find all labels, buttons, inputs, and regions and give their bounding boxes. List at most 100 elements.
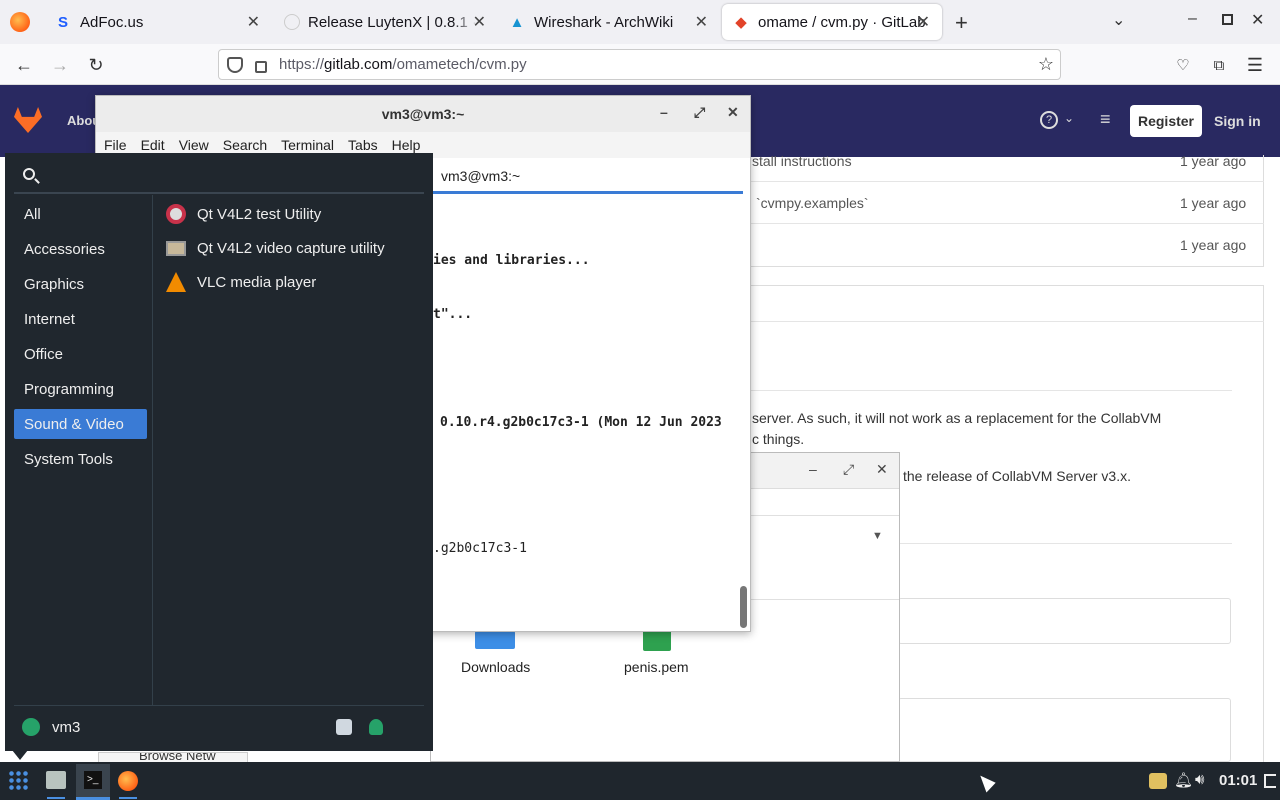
commit-time: 1 year ago (1180, 237, 1247, 253)
network-tray-icon[interactable] (1149, 773, 1167, 789)
url-text: https://gitlab.com/omametech/cvm.py (279, 56, 527, 73)
app-vlc[interactable]: VLC media player (165, 268, 316, 296)
application-menu: All Accessories Graphics Internet Office… (5, 153, 433, 751)
file-item-downloads[interactable]: Downloads (461, 659, 530, 675)
terminal-icon: >_ (84, 771, 102, 789)
close-button[interactable]: ✕ (727, 104, 739, 121)
navigation-toolbar: ← → ↻ https://gitlab.com/omametech/cvm.p… (0, 44, 1280, 85)
tab-gitlab-cvmpy[interactable]: ◆ omame / cvm.py · GitLab ✕ (722, 4, 942, 40)
archlinux-favicon-icon: ▲ (509, 13, 525, 31)
menu-file[interactable]: File (104, 137, 127, 153)
vlc-icon (165, 271, 187, 293)
app-menu-icon[interactable]: ☰ (1242, 52, 1268, 78)
mouse-cursor-icon (980, 771, 998, 793)
category-accessories[interactable]: Accessories (14, 234, 147, 264)
capture-icon (165, 237, 187, 259)
minimize-button[interactable]: – (809, 461, 817, 477)
close-tab-icon[interactable]: ✕ (247, 12, 260, 32)
close-tab-icon[interactable]: ✕ (473, 12, 486, 32)
maximize-button[interactable]: ⤢ (843, 461, 854, 478)
minimize-window-button[interactable]: – (1188, 10, 1197, 28)
terminal-output-line: .g2b0c17c3-1 (433, 541, 527, 556)
file-manager-icon[interactable] (46, 771, 66, 789)
reload-button[interactable]: ↻ (83, 52, 109, 78)
user-avatar-icon (22, 718, 40, 736)
folder-icon[interactable] (475, 631, 515, 649)
firefox-icon[interactable] (118, 771, 138, 791)
tab-adfocus[interactable]: S AdFoc.us ✕ (44, 2, 272, 42)
tab-wireshark-archwiki[interactable]: ▲ Wireshark - ArchWiki ✕ (498, 2, 720, 42)
back-button[interactable]: ← (11, 52, 37, 78)
close-button[interactable]: ✕ (876, 461, 888, 478)
commit-time: 1 year ago (1180, 195, 1247, 211)
qv4l2-icon (165, 203, 187, 225)
adfocus-favicon-icon: S (57, 13, 68, 31)
terminal-output-line: 0.10.r4.g2b0c17c3-1 (Mon 12 Jun 2023 (440, 415, 722, 430)
maximize-window-button[interactable] (1222, 14, 1233, 25)
app-menu-grid-icon[interactable] (8, 770, 30, 792)
extensions-icon[interactable]: ⧉ (1206, 52, 1232, 78)
tab-luytenx[interactable]: Release LuytenX | 0.8.1 · E ✕ (274, 2, 498, 42)
commit-time: 1 year ago (1180, 153, 1247, 169)
settings-manager-icon[interactable] (336, 719, 352, 735)
notification-bell-icon[interactable]: 🔔︎ (1174, 771, 1193, 789)
terminal-taskbar-button[interactable]: >_ (76, 764, 110, 798)
terminal-titlebar[interactable]: vm3@vm3:~ – ⤢ ✕ (96, 96, 750, 132)
chevron-down-icon[interactable]: ⌄ (1064, 111, 1074, 125)
commit-message[interactable]: stall instructions (752, 153, 852, 169)
tracking-shield-icon[interactable] (227, 56, 243, 73)
firefox-view-icon[interactable] (10, 12, 30, 32)
clock[interactable]: 01:01 (1219, 772, 1257, 789)
app-qv4l2[interactable]: Qt V4L2 test Utility (165, 200, 321, 228)
volume-icon[interactable]: 🔊︎ (1195, 771, 1204, 788)
category-internet[interactable]: Internet (14, 304, 147, 334)
readme-text: the release of CollabVM Server v3.x. (903, 468, 1131, 484)
menu-view[interactable]: View (179, 137, 209, 153)
terminal-output-line: ies and libraries... (433, 253, 590, 268)
browser-tab-bar: S AdFoc.us ✕ Release LuytenX | 0.8.1 · E… (0, 0, 1280, 44)
bookmark-star-icon[interactable]: ☆ (1038, 54, 1054, 75)
category-programming[interactable]: Programming (14, 374, 147, 404)
close-tab-icon[interactable]: ✕ (695, 12, 708, 32)
list-all-tabs-icon[interactable]: ⌄ (1112, 10, 1125, 30)
category-graphics[interactable]: Graphics (14, 269, 147, 299)
category-system-tools[interactable]: System Tools (14, 444, 147, 474)
menu-help[interactable]: Help (392, 137, 421, 153)
lock-screen-icon[interactable] (369, 719, 383, 735)
pocket-icon[interactable]: ♡ (1170, 52, 1196, 78)
file-item-pem[interactable]: penis.pem (624, 659, 689, 675)
github-favicon-icon (284, 14, 300, 30)
menu-terminal[interactable]: Terminal (281, 137, 334, 153)
gitlab-logo-icon[interactable] (14, 107, 42, 133)
code-block (898, 698, 1231, 762)
hamburger-menu-icon[interactable]: ≡ (1100, 109, 1111, 130)
forward-button[interactable]: → (47, 52, 73, 78)
lock-icon[interactable] (255, 60, 267, 73)
certificate-file-icon[interactable] (643, 629, 671, 651)
sign-in-link[interactable]: Sign in (1214, 113, 1261, 129)
category-office[interactable]: Office (14, 339, 147, 369)
help-icon[interactable]: ? (1040, 111, 1058, 129)
menu-search-input[interactable] (45, 163, 423, 189)
menu-edit[interactable]: Edit (141, 137, 165, 153)
minimize-button[interactable]: – (660, 104, 668, 120)
new-tab-button[interactable]: + (955, 10, 968, 36)
url-bar[interactable]: https://gitlab.com/omametech/cvm.py ☆ (218, 49, 1061, 80)
close-window-button[interactable]: ✕ (1251, 10, 1264, 30)
category-sound-video[interactable]: Sound & Video (14, 409, 147, 439)
menu-search[interactable]: Search (223, 137, 267, 153)
menu-pointer (12, 750, 28, 760)
user-name: vm3 (52, 719, 81, 736)
app-qvidcap[interactable]: Qt V4L2 video capture utility (165, 234, 385, 262)
close-tab-icon[interactable]: ✕ (917, 12, 930, 32)
chevron-down-icon[interactable]: ▼ (872, 530, 883, 542)
terminal-scrollbar[interactable] (740, 586, 747, 628)
terminal-tab[interactable]: vm3@vm3:~ (433, 160, 743, 194)
logout-icon[interactable] (1264, 774, 1276, 788)
category-all[interactable]: All (14, 199, 147, 229)
maximize-button[interactable]: ⤢ (694, 104, 705, 121)
taskbar: >_ 🔔︎ 🔊︎ 01:01 (0, 762, 1280, 800)
menu-tabs[interactable]: Tabs (348, 137, 378, 153)
commit-message[interactable]: `cvmpy.examples` (756, 195, 869, 211)
register-button[interactable]: Register (1130, 105, 1202, 137)
